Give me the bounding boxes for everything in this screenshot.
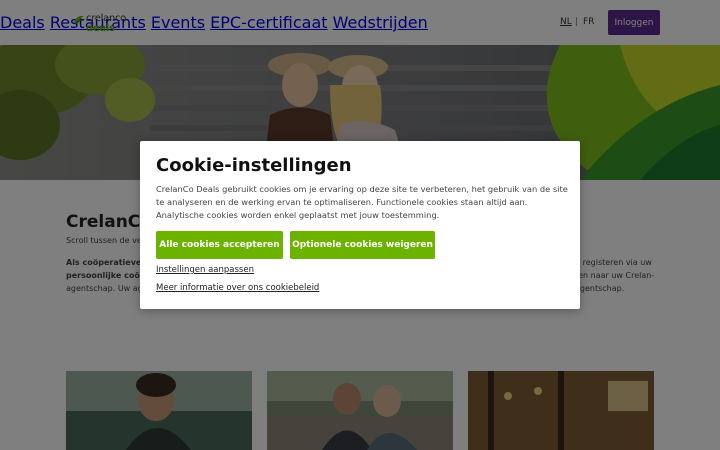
cookie-settings-dialog: Cookie-instellingen CrelanCo Deals gebru… <box>140 141 580 309</box>
cookie-settings-link[interactable]: Instellingen aanpassen <box>156 265 254 275</box>
refuse-optional-cookies-button[interactable]: Optionele cookies weigeren <box>290 231 435 259</box>
cookie-dialog-title: Cookie-instellingen <box>156 155 352 176</box>
cookie-policy-link[interactable]: Meer informatie over ons cookiebeleid <box>156 283 319 293</box>
cookie-dialog-text: CrelanCo Deals gebruikt cookies om je er… <box>156 184 568 220</box>
accept-all-cookies-button[interactable]: Alle cookies accepteren <box>156 231 283 259</box>
